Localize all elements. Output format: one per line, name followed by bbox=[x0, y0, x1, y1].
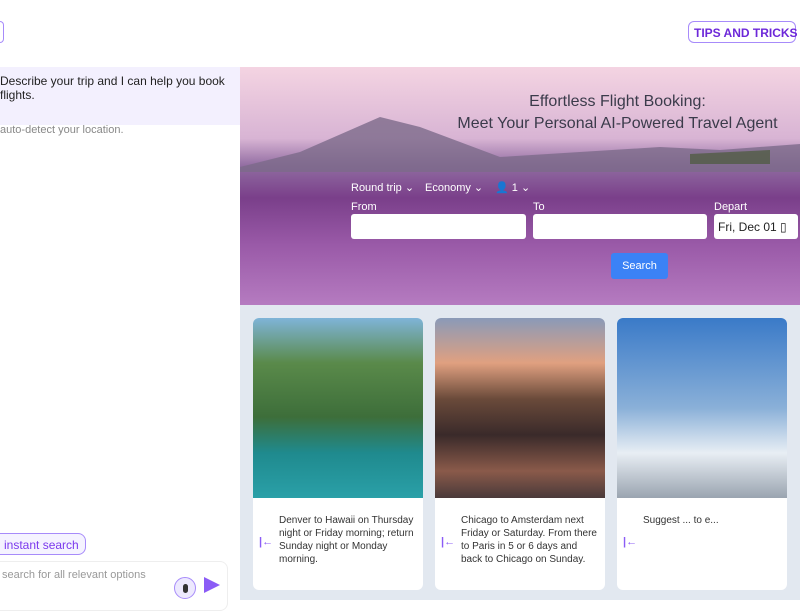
tips-button[interactable]: TIPS AND TRICKS bbox=[688, 21, 798, 43]
hawaii-image bbox=[253, 318, 423, 498]
insert-arrow-icon[interactable]: |← bbox=[259, 536, 273, 548]
depart-value: Fri, Dec 01 bbox=[718, 220, 777, 234]
left-header-button[interactable] bbox=[0, 21, 4, 43]
insert-arrow-icon[interactable]: |← bbox=[441, 536, 455, 548]
calendar-icon[interactable]: ▯ bbox=[780, 220, 787, 234]
depart-date-input[interactable]: Fri, Dec 01 ▯ bbox=[714, 214, 798, 239]
from-label: From bbox=[351, 201, 377, 213]
suggestion-card[interactable]: |← Chicago to Amsterdam next Friday or S… bbox=[435, 318, 605, 590]
trip-type-select[interactable]: Round trip ⌄ bbox=[351, 181, 414, 194]
depart-label: Depart bbox=[714, 201, 748, 213]
chat-panel: Describe your trip and I can help you bo… bbox=[0, 67, 240, 611]
search-button[interactable]: Search bbox=[611, 253, 668, 279]
from-input[interactable] bbox=[351, 214, 526, 239]
passengers-value: 1 bbox=[511, 182, 518, 194]
microphone-icon[interactable] bbox=[174, 577, 196, 599]
suggestion-cards: |← Denver to Hawaii on Thursday night or… bbox=[240, 305, 800, 600]
chat-input[interactable]: search for all relevant options bbox=[0, 561, 228, 611]
hero-title: Effortless Flight Booking: Meet Your Per… bbox=[440, 91, 795, 135]
person-icon: 👤 bbox=[495, 182, 509, 194]
hero-title-line1: Effortless Flight Booking: bbox=[529, 93, 706, 110]
card-text: Suggest ... to e... bbox=[643, 515, 719, 526]
location-note: auto-detect your location. bbox=[0, 124, 124, 136]
message-text: Describe your trip and I can help you bo… bbox=[0, 74, 225, 102]
instant-search-chip[interactable]: instant search bbox=[0, 533, 86, 555]
insert-arrow-icon[interactable]: |← bbox=[623, 536, 637, 548]
chevron-down-icon: ⌄ bbox=[404, 182, 415, 194]
suggestion-card[interactable]: |← Denver to Hawaii on Thursday night or… bbox=[253, 318, 423, 590]
cabin-select[interactable]: Economy ⌄ bbox=[425, 181, 483, 194]
passengers-select[interactable]: 👤 1 ⌄ bbox=[495, 181, 530, 194]
assistant-message: Describe your trip and I can help you bo… bbox=[0, 67, 240, 136]
chat-input-placeholder: search for all relevant options bbox=[2, 569, 146, 581]
suggestion-card[interactable]: |← Suggest ... to e... bbox=[617, 318, 787, 590]
card-text: Chicago to Amsterdam next Friday or Satu… bbox=[461, 515, 597, 565]
amsterdam-image bbox=[435, 318, 605, 498]
chevron-down-icon: ⌄ bbox=[473, 182, 484, 194]
mountain-snow-image bbox=[617, 318, 787, 498]
hero-banner: Effortless Flight Booking: Meet Your Per… bbox=[240, 67, 800, 305]
chevron-down-icon: ⌄ bbox=[520, 182, 531, 194]
to-input[interactable] bbox=[533, 214, 707, 239]
cabin-value: Economy bbox=[425, 182, 471, 194]
to-label: To bbox=[533, 201, 545, 213]
send-icon[interactable] bbox=[204, 577, 220, 593]
trip-type-value: Round trip bbox=[351, 182, 402, 194]
hero-title-line2: Meet Your Personal AI-Powered Travel Age… bbox=[457, 115, 778, 132]
card-text: Denver to Hawaii on Thursday night or Fr… bbox=[279, 515, 414, 565]
